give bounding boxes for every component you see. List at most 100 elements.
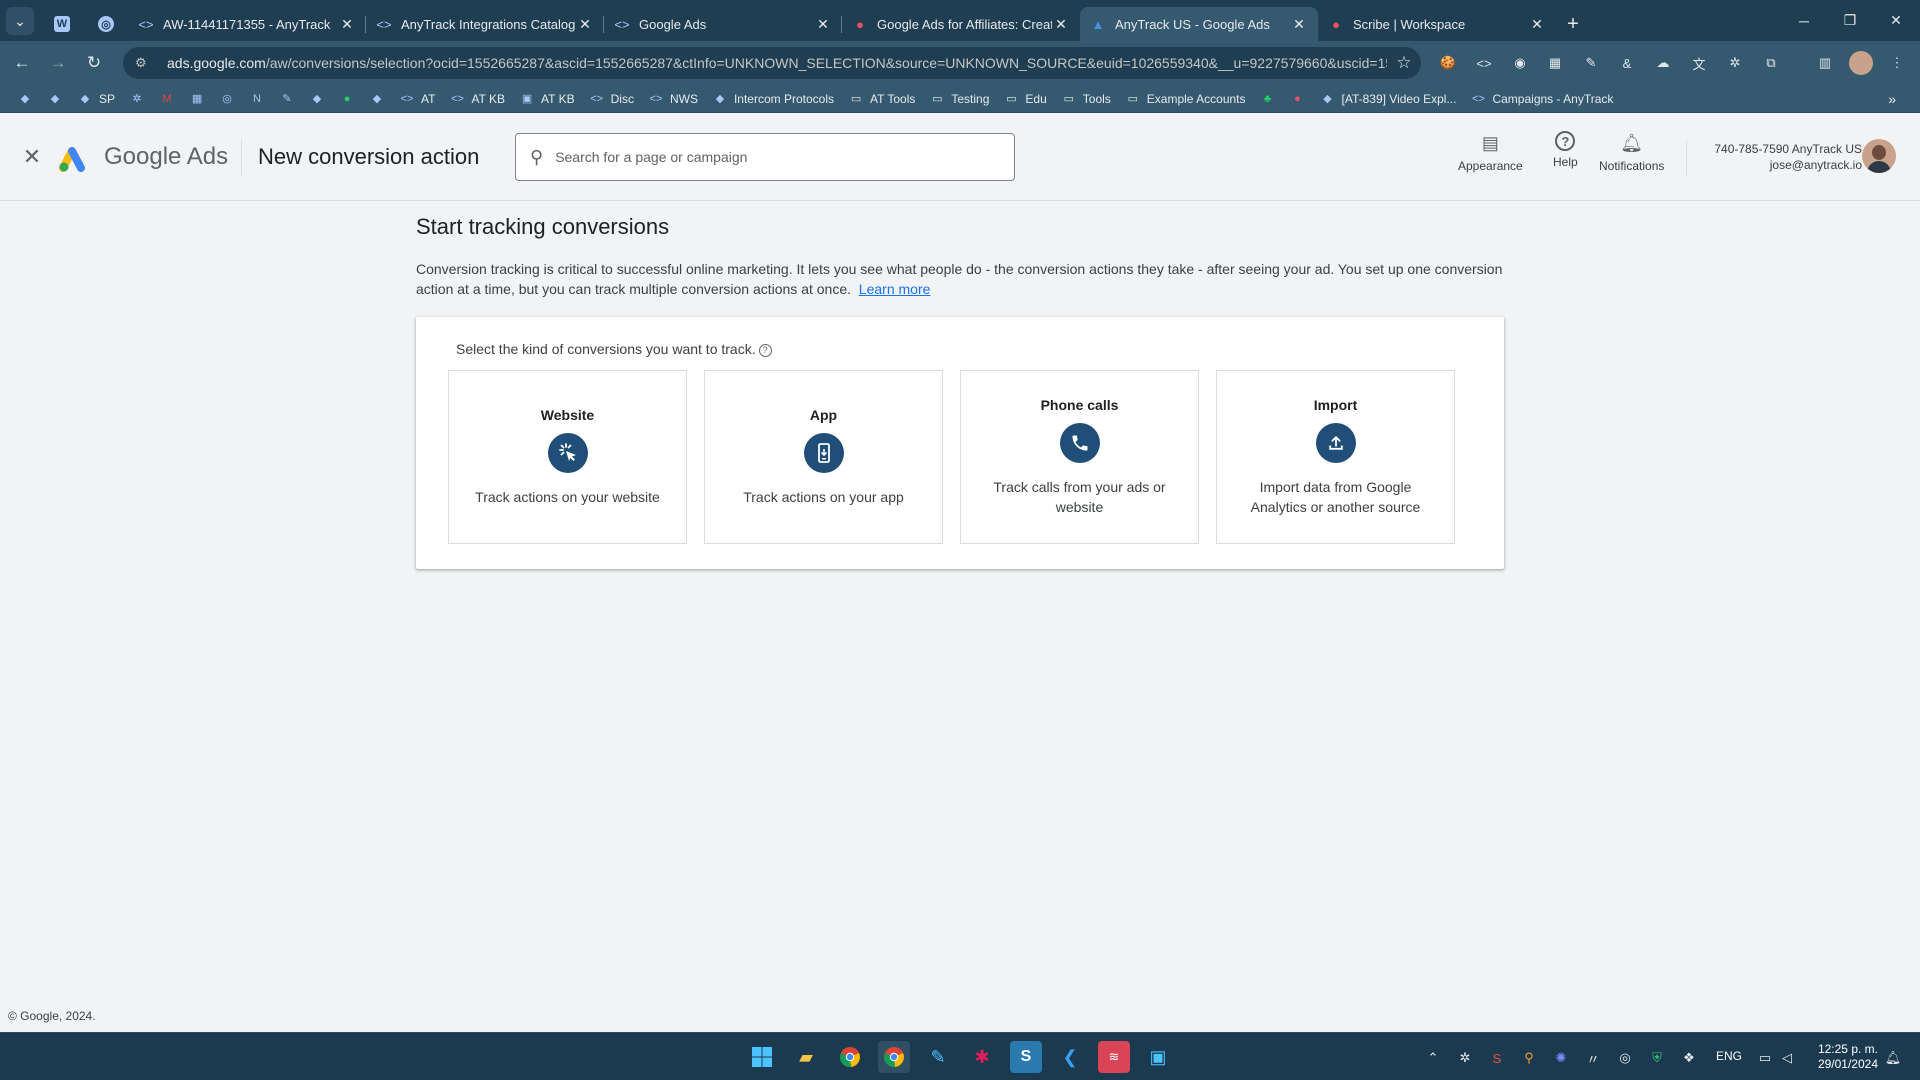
back-button[interactable]: ← bbox=[4, 47, 40, 79]
tray-search-icon[interactable]: ⚲ bbox=[1518, 1047, 1540, 1069]
side-panel-icon[interactable]: ▥ bbox=[1813, 51, 1837, 75]
restore-icon[interactable]: ❐ bbox=[1827, 0, 1873, 41]
close-window-icon[interactable]: ✕ bbox=[1873, 0, 1919, 41]
chevron-right-icon[interactable]: » bbox=[1888, 85, 1896, 113]
search-box[interactable]: ⚲ bbox=[515, 133, 1015, 181]
option-phone-calls[interactable]: Phone calls Track calls from your ads or… bbox=[960, 370, 1199, 544]
bookmark-item[interactable]: ◆ bbox=[40, 87, 70, 111]
browser-tab[interactable]: ● Scribe | Workspace ✕ bbox=[1318, 7, 1556, 41]
dropbox-icon[interactable]: ❖ bbox=[1678, 1047, 1700, 1069]
scribe-app-icon[interactable]: S bbox=[1010, 1041, 1042, 1073]
shield-icon[interactable]: ⛨ bbox=[1646, 1047, 1668, 1069]
clock[interactable]: 12:25 p. m. 29/01/2024 bbox=[1818, 1042, 1878, 1072]
forward-button[interactable]: → bbox=[40, 47, 76, 79]
address-bar[interactable]: ⚙ ads.google.com/aw/conversions/selectio… bbox=[123, 47, 1421, 79]
pinned-tab[interactable]: ◎ bbox=[84, 7, 128, 41]
extension-icon[interactable]: <> bbox=[1472, 51, 1496, 75]
bookmark-item[interactable]: <> Campaigns - AnyTrack bbox=[1463, 87, 1620, 111]
tray-app-icon[interactable]: S bbox=[1486, 1047, 1508, 1069]
bookmark-item[interactable]: ▭ Example Accounts bbox=[1118, 87, 1253, 111]
browser-tab[interactable]: <> AW-11441171355 - AnyTrack ✕ bbox=[128, 7, 366, 41]
gear-icon[interactable]: ✺ bbox=[1550, 1047, 1572, 1069]
browser-tab[interactable]: ● Google Ads for Affiliates: Creat ✕ bbox=[842, 7, 1080, 41]
profile-avatar-icon[interactable] bbox=[1849, 51, 1873, 75]
bookmark-item[interactable]: ▭ AT Tools bbox=[841, 87, 922, 111]
bookmark-item[interactable]: <> AT bbox=[392, 87, 442, 111]
app-icon[interactable]: ✎ bbox=[922, 1041, 954, 1073]
url-text[interactable]: ads.google.com/aw/conversions/selection?… bbox=[167, 55, 1387, 71]
bookmark-item[interactable]: ▦ bbox=[182, 87, 212, 111]
search-input[interactable] bbox=[555, 149, 1014, 165]
avatar[interactable] bbox=[1862, 139, 1896, 173]
notification-bell-icon[interactable]: 🔔︎ bbox=[1882, 1047, 1904, 1069]
browser-tab-active[interactable]: ▲ AnyTrack US - Google Ads ✕ bbox=[1080, 7, 1318, 41]
bookmark-item[interactable]: <> Disc bbox=[582, 87, 641, 111]
chrome-icon[interactable] bbox=[834, 1041, 866, 1073]
bookmark-item[interactable]: <> AT KB bbox=[442, 87, 512, 111]
close-icon[interactable]: ✕ bbox=[1290, 15, 1308, 33]
network-icon[interactable]: ▭ bbox=[1754, 1047, 1776, 1069]
close-icon[interactable]: ✕ bbox=[576, 15, 594, 33]
bookmark-item[interactable]: <> NWS bbox=[641, 87, 705, 111]
bookmark-item[interactable]: ▭ Testing bbox=[922, 87, 996, 111]
appearance-button[interactable]: ▤ Appearance bbox=[1458, 131, 1523, 174]
extension-icon[interactable]: 🍪 bbox=[1436, 51, 1460, 75]
bookmark-item[interactable]: ◆ [AT-839] Video Expl... bbox=[1313, 87, 1464, 111]
learn-more-link[interactable]: Learn more bbox=[859, 281, 931, 297]
volume-icon[interactable]: ◁ bbox=[1776, 1047, 1798, 1069]
pinned-tab[interactable]: W bbox=[40, 7, 84, 41]
tray-app-icon[interactable]: ✲ bbox=[1454, 1047, 1476, 1069]
tray-app-icon[interactable]: ◎ bbox=[1614, 1047, 1636, 1069]
reload-button[interactable]: ↻ bbox=[76, 47, 112, 79]
close-icon[interactable]: ✕ bbox=[814, 15, 832, 33]
extensions-puzzle-icon[interactable]: ⧉ bbox=[1759, 51, 1783, 75]
new-tab-button[interactable]: + bbox=[1556, 7, 1590, 41]
chevron-up-icon[interactable]: ⌃ bbox=[1422, 1047, 1444, 1069]
close-icon[interactable]: ✕ bbox=[1052, 15, 1070, 33]
browser-tab[interactable]: <> Google Ads ✕ bbox=[604, 7, 842, 41]
bookmark-item[interactable]: ◎ bbox=[212, 87, 242, 111]
help-icon[interactable]: ? bbox=[758, 344, 772, 357]
browser-menu-icon[interactable]: ⋮ bbox=[1885, 51, 1909, 75]
language-indicator[interactable]: ENG bbox=[1716, 1049, 1742, 1063]
bookmark-item[interactable]: N bbox=[242, 87, 272, 111]
help-button[interactable]: ? Help bbox=[1553, 131, 1578, 169]
option-import[interactable]: Import Import data from Google Analytics… bbox=[1216, 370, 1455, 544]
close-icon[interactable]: ✕ bbox=[20, 144, 44, 169]
bookmark-item[interactable]: ♣ bbox=[1253, 87, 1283, 111]
bookmark-item[interactable]: ◆ SP bbox=[70, 87, 122, 111]
close-icon[interactable]: ✕ bbox=[338, 15, 356, 33]
extension-icon[interactable]: ▦ bbox=[1543, 51, 1567, 75]
bookmark-item[interactable]: ✲ bbox=[122, 87, 152, 111]
bookmark-star-icon[interactable]: ☆ bbox=[1387, 53, 1421, 73]
bookmark-item[interactable]: ● bbox=[332, 87, 362, 111]
bookmark-item[interactable]: ◆ Intercom Protocols bbox=[705, 87, 841, 111]
bookmark-item[interactable]: ▣ AT KB bbox=[512, 87, 582, 111]
file-explorer-icon[interactable]: ▰ bbox=[790, 1041, 822, 1073]
window-app-icon[interactable]: ▣ bbox=[1142, 1041, 1174, 1073]
bookmark-item[interactable]: ● bbox=[1283, 87, 1313, 111]
tray-app-icon[interactable]: 〃 bbox=[1582, 1047, 1604, 1069]
windows-start-icon[interactable] bbox=[746, 1041, 778, 1073]
close-icon[interactable]: ✕ bbox=[1528, 15, 1546, 33]
chrome-profile-icon[interactable] bbox=[878, 1041, 910, 1073]
minimize-icon[interactable]: ─ bbox=[1781, 0, 1827, 41]
extension-icon[interactable]: ✎ bbox=[1579, 51, 1603, 75]
site-info-icon[interactable]: ⚙ bbox=[135, 55, 155, 71]
bookmark-item[interactable]: ✎ bbox=[272, 87, 302, 111]
bookmark-item[interactable]: ▭ Edu bbox=[996, 87, 1053, 111]
extension-icon[interactable]: ◉ bbox=[1508, 51, 1532, 75]
translate-icon[interactable]: 文 bbox=[1687, 51, 1711, 75]
scribe-icon[interactable]: ≋ bbox=[1098, 1041, 1130, 1073]
bookmark-item[interactable]: ▭ Tools bbox=[1054, 87, 1118, 111]
extension-icon[interactable]: & bbox=[1615, 51, 1639, 75]
option-website[interactable]: Website Track actions on your website bbox=[448, 370, 687, 544]
gear-icon[interactable]: ✲ bbox=[1723, 51, 1747, 75]
account-info[interactable]: 740-785-7590 AnyTrack US jose@anytrack.i… bbox=[1714, 141, 1862, 173]
vscode-icon[interactable]: ❮ bbox=[1054, 1041, 1086, 1073]
slack-icon[interactable]: ✱ bbox=[966, 1041, 998, 1073]
bookmark-item[interactable]: M bbox=[152, 87, 182, 111]
bookmark-item[interactable]: ◆ bbox=[10, 87, 40, 111]
option-app[interactable]: App Track actions on your app bbox=[704, 370, 943, 544]
bookmark-item[interactable]: ◆ bbox=[362, 87, 392, 111]
